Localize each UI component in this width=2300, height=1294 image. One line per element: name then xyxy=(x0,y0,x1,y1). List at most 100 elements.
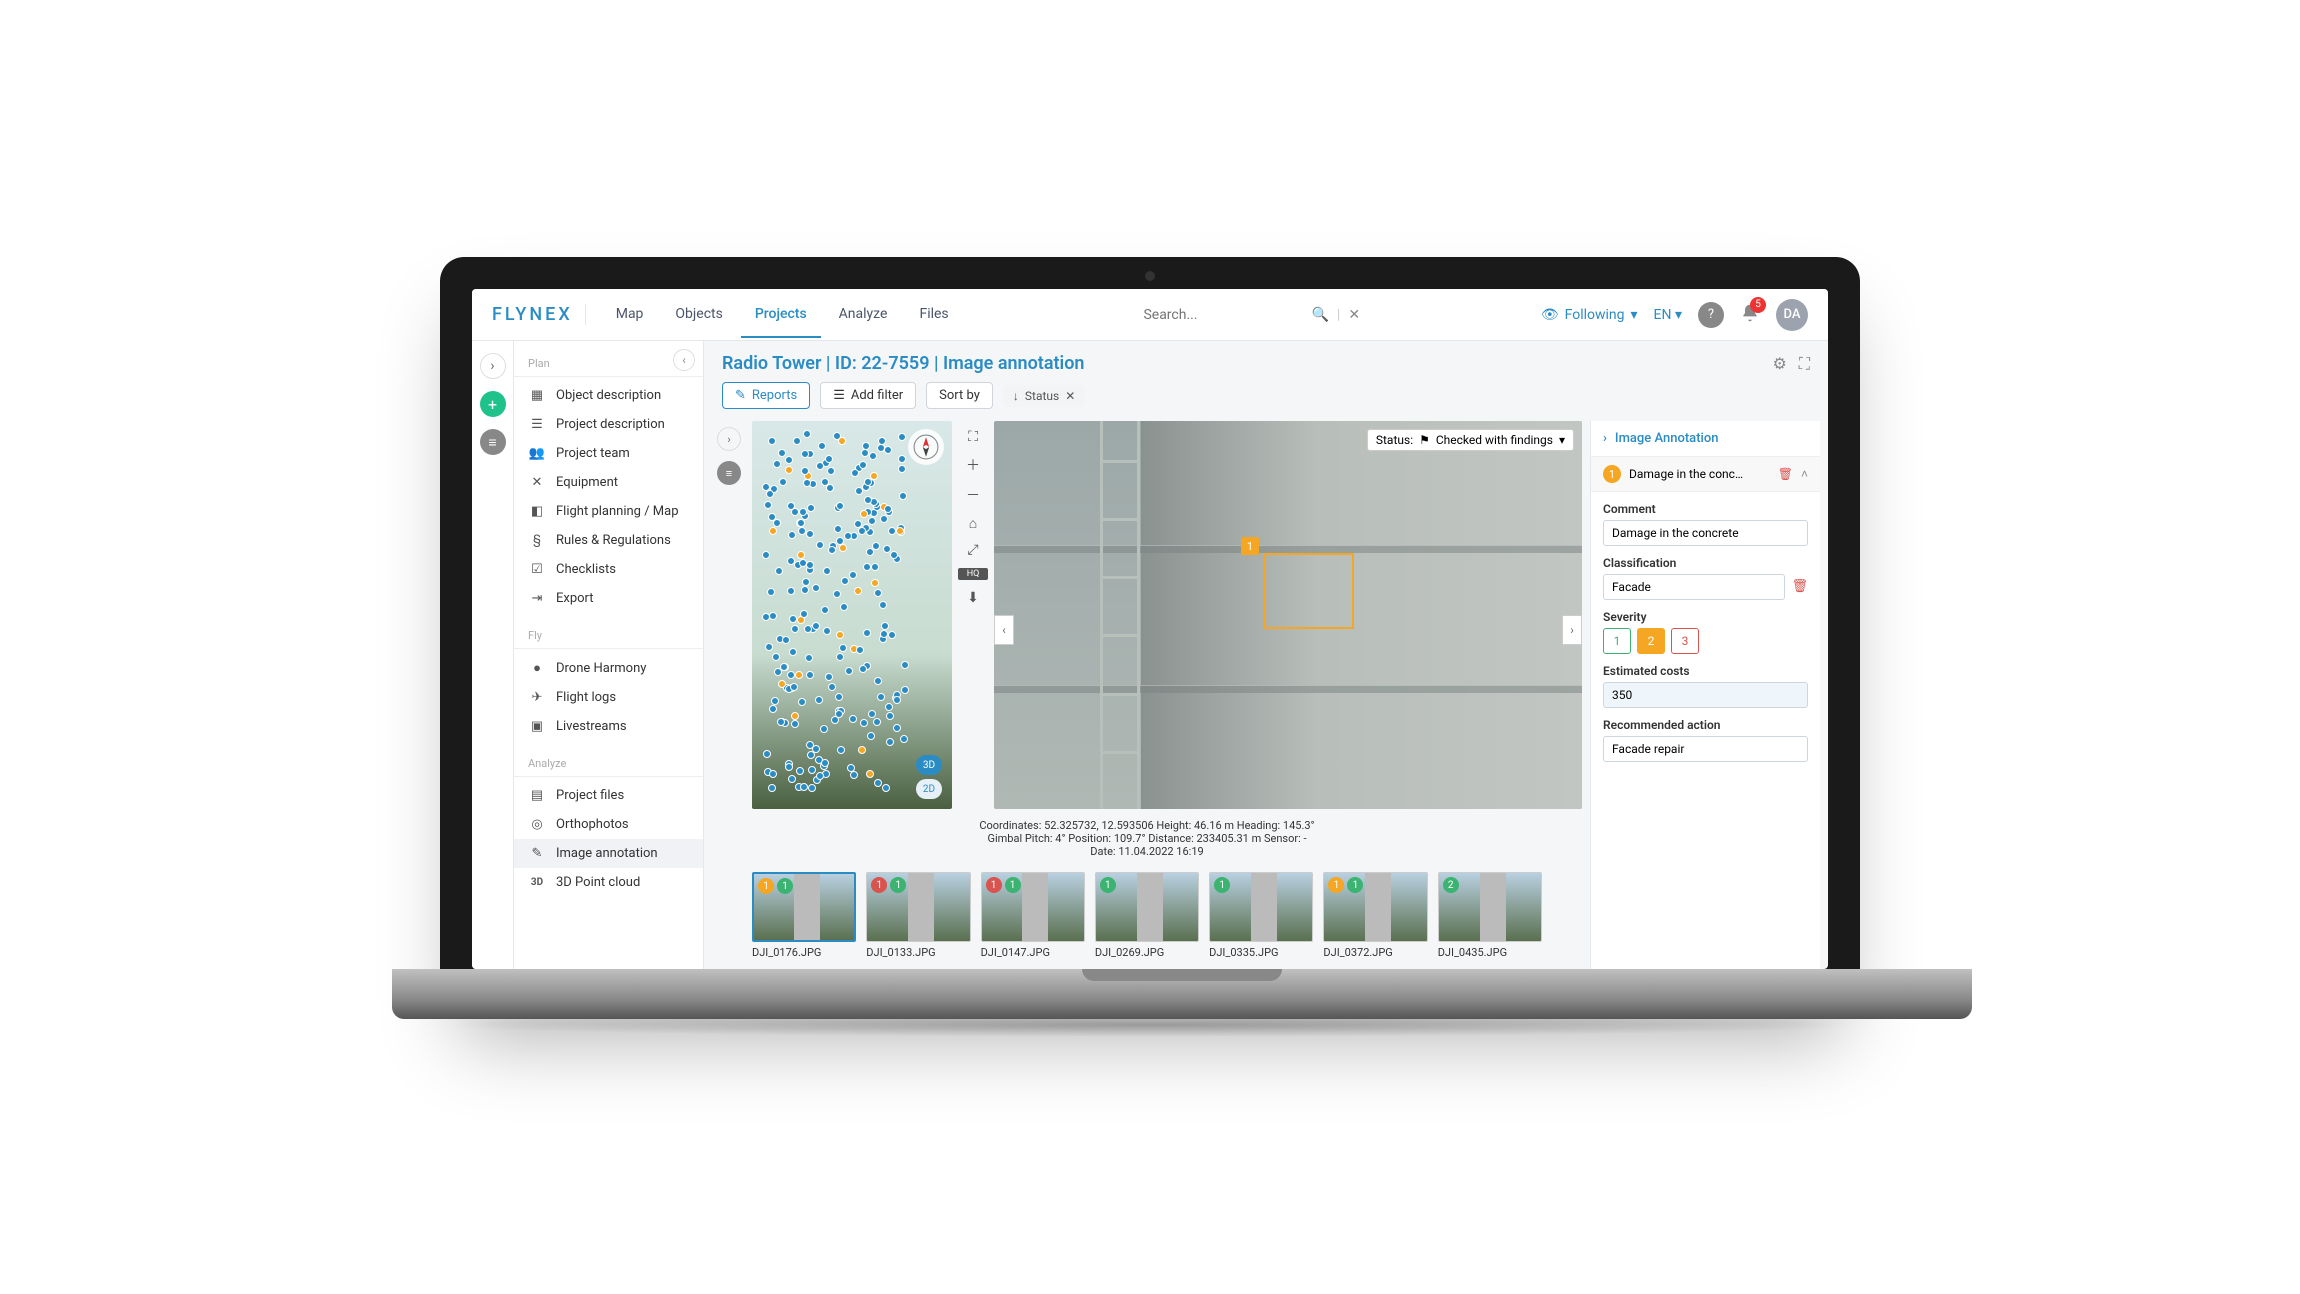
thumbnail-filename: DJI_0269.JPG xyxy=(1095,942,1199,959)
sidebar-section-analyze: Analyze xyxy=(514,741,703,777)
chevron-down-icon: ▾ xyxy=(1631,307,1638,323)
image-metadata: Coordinates: 52.325732, 12.593506 Height… xyxy=(712,815,1582,862)
annotation-marker[interactable]: 1 xyxy=(1241,537,1259,555)
pencil-icon: ✎ xyxy=(735,388,746,403)
pencil-icon: ✎ xyxy=(528,846,546,861)
language-selector[interactable]: EN ▾ xyxy=(1654,307,1682,323)
chevron-down-icon[interactable]: ▾ xyxy=(1559,433,1565,447)
next-image-button[interactable]: › xyxy=(1562,615,1582,645)
rail-add-button[interactable]: + xyxy=(480,391,506,417)
annotation-panel: › Image Annotation 1 Damage in the conc…… xyxy=(1590,421,1820,969)
pointcloud-3d-toggle[interactable]: 3D xyxy=(916,755,942,775)
thumbnail[interactable]: 1DJI_0269.JPG xyxy=(1095,872,1199,959)
severity-3[interactable]: 3 xyxy=(1671,628,1699,654)
eye-icon: 👁 xyxy=(1541,307,1559,323)
sidebar-item-3d-point-cloud[interactable]: 3D3D Point cloud xyxy=(514,868,703,897)
sidebar-item-checklists[interactable]: ☑Checklists xyxy=(514,555,703,584)
sidebar-item-rules[interactable]: §Rules & Regulations xyxy=(514,526,703,555)
zoom-out-icon[interactable]: － xyxy=(958,485,988,505)
sidebar-item-project-team[interactable]: 👥Project team xyxy=(514,439,703,468)
prev-image-button[interactable]: ‹ xyxy=(994,615,1014,645)
chevron-right-icon: › xyxy=(1603,431,1607,446)
add-filter-button[interactable]: ☰Add filter xyxy=(820,382,916,409)
crop-icon[interactable]: ⛶ xyxy=(958,429,988,445)
classification-select[interactable]: Facade xyxy=(1603,574,1785,600)
cost-input[interactable] xyxy=(1603,682,1808,708)
viewer-expand-button[interactable]: › xyxy=(717,427,741,451)
folder-icon: ▤ xyxy=(528,788,546,803)
sort-by-button[interactable]: Sort by xyxy=(926,382,993,409)
clear-search-icon[interactable]: ✕ xyxy=(1348,307,1360,323)
thumbnail[interactable]: 2DJI_0435.JPG xyxy=(1438,872,1542,959)
thumbnail-filename: DJI_0372.JPG xyxy=(1323,942,1427,959)
sidebar-item-project-description[interactable]: ☰Project description xyxy=(514,410,703,439)
collapse-finding-icon[interactable]: ˄ xyxy=(1801,467,1808,481)
thumbnail[interactable]: 11DJI_0133.JPG xyxy=(866,872,970,959)
search-input[interactable] xyxy=(1143,307,1303,323)
sidebar-section-fly: Fly xyxy=(514,613,703,649)
thumbnail[interactable]: 11DJI_0372.JPG xyxy=(1323,872,1427,959)
help-button[interactable]: ? xyxy=(1698,302,1724,328)
annotation-box[interactable] xyxy=(1264,553,1354,629)
pointcloud-2d-toggle[interactable]: 2D xyxy=(916,779,942,799)
sidebar-item-image-annotation[interactable]: ✎Image annotation xyxy=(514,839,703,868)
nav-files[interactable]: Files xyxy=(905,292,962,338)
user-avatar[interactable]: DA xyxy=(1776,299,1808,331)
filter-chip-status[interactable]: ↓Status✕ xyxy=(1003,385,1085,407)
viewer-tools: ⛶ ＋ － ⌂ ⤢ HQ ⬇ xyxy=(958,421,988,809)
sidebar-item-export[interactable]: ⇥Export xyxy=(514,584,703,613)
viewer-layers-button[interactable]: ≡ xyxy=(717,461,741,485)
finding-number: 1 xyxy=(1603,465,1621,483)
sidebar-item-drone-harmony[interactable]: ●Drone Harmony xyxy=(514,653,703,683)
thumbnail-filename: DJI_0335.JPG xyxy=(1209,942,1313,959)
hq-icon[interactable]: HQ xyxy=(958,568,988,580)
annotation-panel-header[interactable]: › Image Annotation xyxy=(1591,421,1820,457)
download-icon[interactable]: ⬇ xyxy=(958,590,988,606)
nav-map[interactable]: Map xyxy=(602,292,658,338)
thumbnail-filename: DJI_0435.JPG xyxy=(1438,942,1542,959)
sidebar-item-orthophotos[interactable]: ◎Orthophotos xyxy=(514,810,703,839)
main-image-viewer[interactable]: Status: ⚑ Checked with findings ▾ 1 ‹ › xyxy=(994,421,1582,809)
zoom-in-icon[interactable]: ＋ xyxy=(958,455,988,475)
nav-objects[interactable]: Objects xyxy=(661,292,736,338)
nav-projects[interactable]: Projects xyxy=(741,292,821,338)
comment-input[interactable] xyxy=(1603,520,1808,546)
finding-title: Damage in the conc… xyxy=(1629,467,1770,481)
search-icon[interactable]: 🔍 xyxy=(1311,307,1328,323)
pointcloud-viewer[interactable]: 3D 2D xyxy=(752,421,952,809)
thumbnail[interactable]: 1DJI_0335.JPG xyxy=(1209,872,1313,959)
following-dropdown[interactable]: 👁 Following ▾ xyxy=(1541,307,1638,323)
remove-chip-icon[interactable]: ✕ xyxy=(1065,389,1075,403)
left-rail: › + ≡ xyxy=(472,341,514,969)
severity-2[interactable]: 2 xyxy=(1637,628,1665,654)
notifications-button[interactable]: 5 xyxy=(1740,303,1760,327)
reports-button[interactable]: ✎Reports xyxy=(722,382,810,409)
nav-analyze[interactable]: Analyze xyxy=(825,292,902,338)
sidebar-item-project-files[interactable]: ▤Project files xyxy=(514,781,703,810)
export-icon: ⇥ xyxy=(528,591,546,606)
camera-icon: ▣ xyxy=(528,719,546,734)
expand-icon[interactable]: ⤢ xyxy=(958,542,988,558)
compass-icon[interactable] xyxy=(908,429,944,465)
rail-list-button[interactable]: ≡ xyxy=(480,429,506,455)
thumbnail-filename: DJI_0176.JPG xyxy=(752,942,856,959)
delete-classification-icon[interactable]: 🗑 xyxy=(1791,579,1808,600)
sidebar-item-flight-planning[interactable]: ◧Flight planning / Map xyxy=(514,497,703,526)
thumbnail[interactable]: 11DJI_0176.JPG xyxy=(752,872,856,959)
thumbnail[interactable]: 11DJI_0147.JPG xyxy=(981,872,1085,959)
sidebar-item-livestreams[interactable]: ▣Livestreams xyxy=(514,712,703,741)
rail-expand-button[interactable]: › xyxy=(480,353,506,379)
settings-icon[interactable]: ⚙ xyxy=(1772,354,1786,373)
home-icon[interactable]: ⌂ xyxy=(958,515,988,532)
severity-1[interactable]: 1 xyxy=(1603,628,1631,654)
action-input[interactable] xyxy=(1603,736,1808,762)
app-header: FLYNEX Map Objects Projects Analyze File… xyxy=(472,289,1828,341)
sidebar-item-flight-logs[interactable]: ✈Flight logs xyxy=(514,683,703,712)
delete-finding-icon[interactable]: 🗑 xyxy=(1778,467,1793,481)
project-sidebar: ‹ Plan ▦Object description ☰Project desc… xyxy=(514,341,704,969)
sidebar-collapse-button[interactable]: ‹ xyxy=(673,349,695,371)
sidebar-item-equipment[interactable]: ✕Equipment xyxy=(514,468,703,497)
sidebar-item-object-description[interactable]: ▦Object description xyxy=(514,381,703,410)
fullscreen-icon[interactable]: ⛶ xyxy=(1799,354,1810,374)
thumbnail-strip: 11DJI_0176.JPG11DJI_0133.JPG11DJI_0147.J… xyxy=(712,868,1582,969)
